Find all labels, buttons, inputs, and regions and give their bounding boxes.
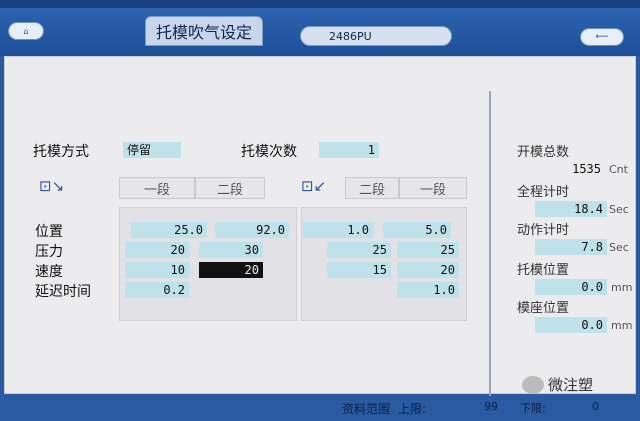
ejector-mode-label: 托模方式	[33, 144, 89, 160]
forward-seg2-pressure[interactable]: 30	[199, 242, 263, 258]
action-time-unit: Sec	[609, 241, 629, 254]
open-total-unit: Cnt	[609, 163, 628, 176]
lower-limit-value: 0	[592, 400, 599, 413]
forward-seg1-pressure[interactable]: 20	[125, 242, 189, 258]
main-panel: 托模方式 停留 托模次数 1 ⊡↘ 一段 二段 ⊡↙ 二段 一段 位置 压力 速…	[4, 56, 636, 401]
cycle-time-value: 18.4	[535, 201, 607, 217]
forward-seg2-position[interactable]: 92.0	[215, 222, 289, 238]
forward-seg2-tab[interactable]: 二段	[195, 177, 265, 199]
platen-position-label: 模座位置	[517, 301, 570, 316]
forward-seg1-delay[interactable]: 0.2	[125, 282, 189, 298]
ejector-position-value: 0.0	[535, 279, 607, 295]
upper-limit-label: 上限:	[398, 402, 427, 416]
backward-seg2-pressure[interactable]: 25	[327, 242, 391, 258]
speed-label: 速度	[35, 264, 63, 280]
footer-bar: 资料范围 上限: 99 下限: 0	[0, 396, 640, 421]
panel-divider	[489, 91, 491, 401]
backward-seg1-pressure[interactable]: 25	[397, 242, 459, 258]
exit-button[interactable]: ⟵	[580, 28, 624, 46]
home-button[interactable]: ⌂	[8, 22, 44, 40]
backward-seg2-speed[interactable]: 15	[327, 262, 391, 278]
ejector-mode-field[interactable]: 停留	[123, 142, 181, 158]
position-label: 位置	[35, 224, 63, 240]
backward-seg1-delay[interactable]: 1.0	[397, 282, 459, 298]
ejector-count-field[interactable]: 1	[319, 142, 379, 158]
ejector-position-label: 托模位置	[517, 263, 570, 278]
platen-position-value: 0.0	[535, 317, 607, 333]
open-total-value: 1535	[572, 162, 601, 176]
backward-seg2-position[interactable]: 1.0	[303, 222, 373, 238]
backward-seg1-position[interactable]: 5.0	[383, 222, 451, 238]
machine-screen: ⌂ 托模吹气设定 2486PU ⟵ 托模方式 停留 托模次数 1 ⊡↘ 一段 二…	[0, 0, 640, 421]
forward-seg1-tab[interactable]: 一段	[119, 177, 195, 199]
cycle-time-unit: Sec	[609, 203, 629, 216]
upper-limit-value: 99	[484, 400, 498, 413]
ejector-count-label: 托模次数	[241, 144, 297, 160]
watermark: 微注塑	[522, 374, 593, 395]
action-time-value: 7.8	[535, 239, 607, 255]
open-total-label: 开模总数	[517, 145, 570, 160]
platen-position-unit: mm	[611, 319, 633, 332]
cycle-time-label: 全程计时	[517, 185, 570, 200]
delay-time-label: 延迟时间	[35, 284, 91, 300]
header-bar: ⌂ 托模吹气设定 2486PU ⟵	[0, 0, 640, 56]
data-range: 资料范围 上限:	[342, 400, 434, 417]
page-title: 托模吹气设定	[145, 16, 263, 46]
eject-forward-icon: ⊡↘	[39, 177, 65, 195]
lower-limit-label: 下限:	[520, 402, 546, 415]
watermark-text: 微注塑	[548, 376, 594, 394]
top-strip	[0, 0, 640, 8]
range-label: 资料范围	[342, 402, 391, 416]
backward-seg2-tab[interactable]: 二段	[345, 177, 399, 199]
eject-backward-icon: ⊡↙	[301, 177, 327, 195]
pressure-label: 压力	[35, 244, 63, 260]
ejector-position-unit: mm	[611, 281, 633, 294]
forward-seg1-speed[interactable]: 10	[125, 262, 189, 278]
forward-seg1-position[interactable]: 25.0	[131, 222, 207, 238]
forward-seg2-speed[interactable]: 20	[199, 262, 263, 278]
backward-seg1-tab[interactable]: 一段	[399, 177, 467, 199]
backward-seg1-speed[interactable]: 20	[397, 262, 459, 278]
action-time-label: 动作计时	[517, 223, 570, 238]
wechat-icon	[522, 375, 544, 394]
mold-number: 2486PU	[300, 26, 452, 46]
